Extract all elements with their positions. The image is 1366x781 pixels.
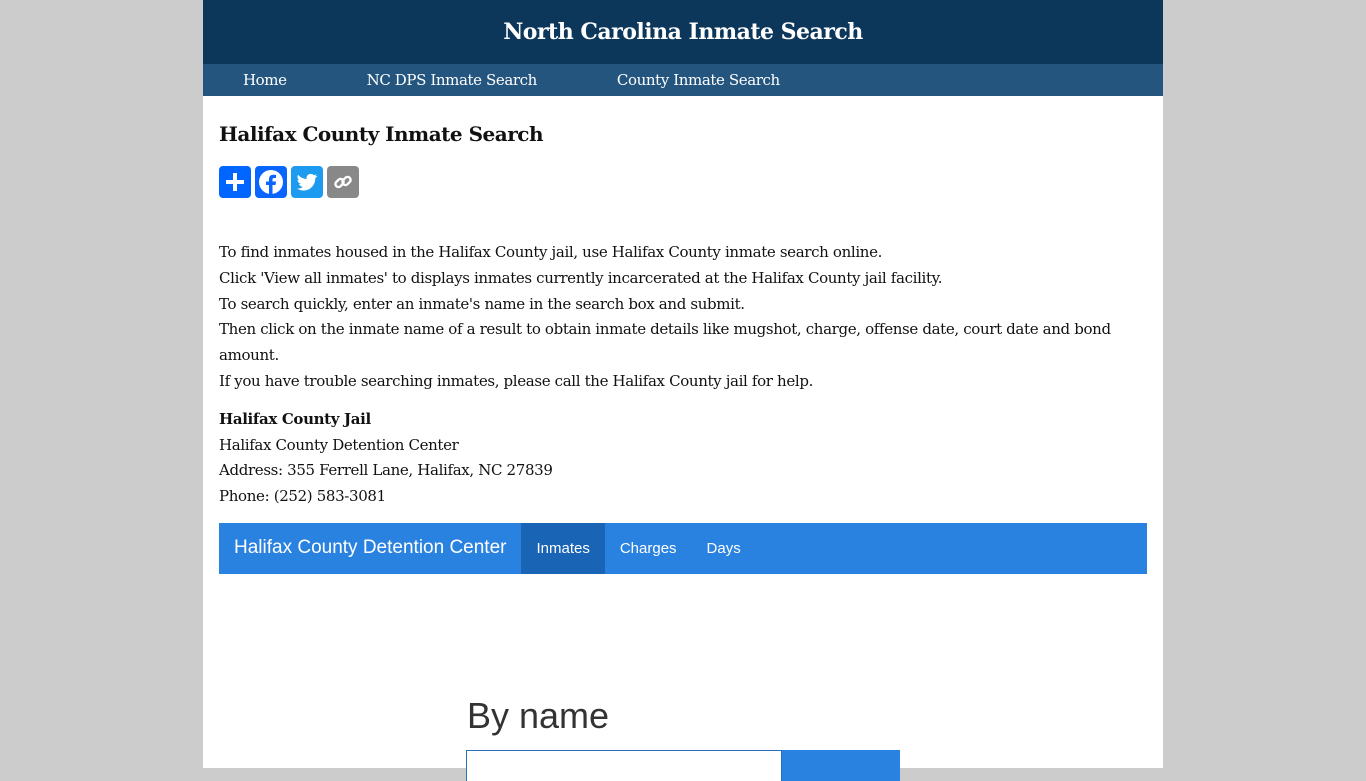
site-title[interactable]: North Carolina Inmate Search: [503, 19, 863, 45]
jail-facility: Halifax County Detention Center: [219, 435, 459, 454]
top-nav: Home NC DPS Inmate Search County Inmate …: [203, 64, 1163, 96]
detention-center-brand[interactable]: Halifax County Detention Center: [219, 523, 521, 574]
intro-line: Then click on the inmate name of a resul…: [219, 320, 1111, 365]
facebook-icon: [259, 170, 283, 195]
name-search-input[interactable]: [466, 750, 782, 781]
search-by-name-heading: By name: [467, 695, 610, 736]
intro-line: To find inmates housed in the Halifax Co…: [219, 243, 883, 261]
jail-address: Address: 355 Ferrell Lane, Halifax, NC 2…: [219, 461, 553, 480]
site-header: North Carolina Inmate Search: [203, 0, 1163, 64]
share-button[interactable]: [219, 166, 251, 198]
nav-nc-dps-inmate-search[interactable]: NC DPS Inmate Search: [367, 71, 538, 89]
nav-county-inmate-search[interactable]: County Inmate Search: [617, 71, 780, 89]
name-search-submit-button[interactable]: [782, 750, 900, 781]
twitter-share-button[interactable]: [291, 166, 323, 198]
copy-link-button[interactable]: [327, 166, 359, 198]
jail-info: Halifax County Jail Halifax County Deten…: [219, 407, 1147, 510]
detention-center-nav: Halifax County Detention Center Inmates …: [219, 522, 1147, 574]
tab-inmates[interactable]: Inmates: [521, 522, 605, 574]
main-content: Halifax County Inmate Search To find inm…: [203, 122, 1163, 574]
intro-line: Click 'View all inmates' to displays inm…: [219, 268, 943, 287]
intro-line: If you have trouble searching inmates, p…: [219, 371, 814, 390]
intro-text: To find inmates housed in the Halifax Co…: [219, 240, 1147, 395]
nav-home[interactable]: Home: [243, 71, 287, 89]
page-title: Halifax County Inmate Search: [219, 122, 544, 146]
copy-link-icon: [334, 175, 352, 189]
tab-charges[interactable]: Charges: [605, 523, 692, 574]
share-buttons: [219, 166, 1147, 198]
tab-days[interactable]: Days: [692, 523, 756, 574]
plus-share-icon: [226, 173, 244, 191]
intro-line: To search quickly, enter an inmate's nam…: [219, 294, 745, 313]
page-container: North Carolina Inmate Search Home NC DPS…: [203, 0, 1163, 781]
facebook-share-button[interactable]: [255, 166, 287, 198]
twitter-icon: [297, 173, 318, 191]
jail-phone: Phone: (252) 583-3081: [219, 487, 386, 506]
jail-name: Halifax County Jail: [219, 409, 371, 428]
name-search-form: [466, 750, 900, 781]
